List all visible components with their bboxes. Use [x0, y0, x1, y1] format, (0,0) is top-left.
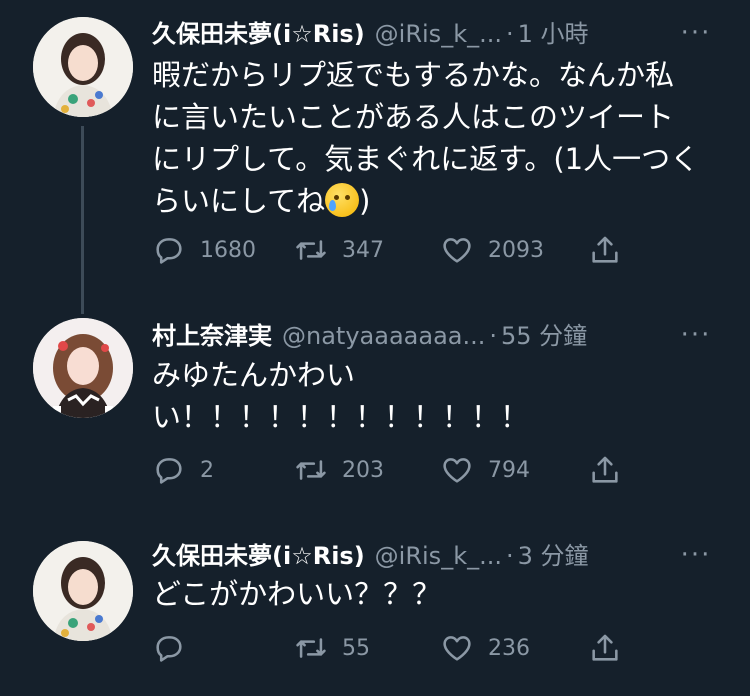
reply-count: 1680 — [200, 237, 256, 263]
author-handle[interactable]: @iRis_k_... — [375, 20, 502, 48]
tweet-text: みゆたんかわい い！！！！！！！！！！！！ — [152, 354, 722, 438]
separator-dot: · — [489, 322, 498, 350]
timestamp[interactable]: 1 小時 — [518, 14, 589, 48]
heart-icon — [443, 636, 471, 661]
like-count: 2093 — [488, 237, 544, 263]
retweet-icon — [296, 460, 326, 480]
share-button[interactable] — [588, 230, 622, 270]
tweet-text-line: い！！！！！！！！！！！！ — [152, 400, 530, 434]
tweet-header: 久保田未夢(i☆Ris) @iRis_k_... · 3 分鐘 — [152, 536, 640, 570]
like-button[interactable]: 2093 — [440, 230, 544, 270]
share-icon — [592, 634, 618, 661]
retweet-icon — [296, 638, 326, 658]
more-options-icon[interactable]: ··· — [678, 542, 714, 576]
reply-button[interactable]: 1680 — [152, 230, 256, 270]
tweet-1[interactable]: 久保田未夢(i☆Ris) @iRis_k_... · 1 小時 ··· 暇だから… — [0, 0, 750, 306]
avatar[interactable] — [33, 318, 133, 418]
reply-count: 2 — [200, 457, 214, 483]
thread-line — [81, 126, 84, 306]
author-name[interactable]: 村上奈津実 — [152, 316, 272, 350]
tweet-actions: 2 203 794 — [152, 450, 632, 490]
thread-line — [81, 300, 84, 314]
separator-dot: · — [505, 542, 514, 570]
avatar[interactable] — [33, 17, 133, 117]
tweet-text: 暇だからリプ返でもするかな。なんか私 に言いたいことがある人はこのツイート にリ… — [152, 54, 722, 222]
retweet-icon — [296, 240, 326, 260]
tweet-actions: 1680 347 2093 — [152, 230, 632, 270]
tweet-text-line: らいにしてね) — [152, 180, 722, 222]
author-name[interactable]: 久保田未夢(i☆Ris) — [152, 14, 365, 48]
tweet-text-line: にリプして。気まぐれに返す。(1人一つく — [152, 142, 700, 176]
like-button[interactable]: 236 — [440, 628, 530, 668]
retweet-button[interactable]: 203 — [294, 450, 384, 490]
author-handle[interactable]: @natyaaaaaaa... — [282, 322, 485, 350]
timestamp[interactable]: 3 分鐘 — [518, 536, 589, 570]
tweet-text-line: に言いたいことがある人はこのツイート — [152, 100, 675, 134]
tweet-text-line: どこがかわいい？？？ — [152, 577, 442, 611]
retweet-button[interactable]: 347 — [294, 230, 384, 270]
reply-icon — [156, 238, 182, 264]
author-handle[interactable]: @iRis_k_... — [375, 542, 502, 570]
tweet-text-fragment: らいにしてね — [152, 184, 326, 218]
tweet-text: どこがかわいい？？？ — [152, 573, 722, 615]
tweet-text-line: 暇だからリプ返でもするかな。なんか私 — [152, 58, 675, 92]
face-holding-back-tears-icon — [325, 183, 360, 217]
share-button[interactable] — [588, 450, 622, 490]
tweet-text-fragment: ) — [359, 184, 371, 218]
retweet-count: 347 — [342, 237, 384, 263]
reply-button[interactable]: 2 — [152, 450, 214, 490]
reply-button[interactable] — [152, 628, 200, 668]
avatar[interactable] — [33, 541, 133, 641]
tweet-text-line: みゆたんかわい — [152, 358, 356, 392]
separator-dot: · — [505, 20, 514, 48]
tweet-header: 村上奈津実 @natyaaaaaaa... · 55 分鐘 — [152, 316, 640, 350]
like-count: 794 — [488, 457, 530, 483]
tweet-2[interactable]: 村上奈津実 @natyaaaaaaa... · 55 分鐘 ··· みゆたんかわ… — [0, 300, 750, 520]
reply-icon — [156, 636, 182, 662]
like-button[interactable]: 794 — [440, 450, 530, 490]
tweet-3[interactable]: 久保田未夢(i☆Ris) @iRis_k_... · 3 分鐘 ··· どこがか… — [0, 520, 750, 696]
reply-icon — [156, 458, 182, 484]
like-count: 236 — [488, 635, 530, 661]
retweet-count: 55 — [342, 635, 370, 661]
share-icon — [592, 236, 618, 263]
timestamp[interactable]: 55 分鐘 — [501, 316, 587, 350]
author-name[interactable]: 久保田未夢(i☆Ris) — [152, 536, 365, 570]
tweet-header: 久保田未夢(i☆Ris) @iRis_k_... · 1 小時 — [152, 14, 640, 48]
share-icon — [592, 456, 618, 483]
heart-icon — [443, 238, 471, 263]
tweet-actions: 55 236 — [152, 628, 632, 668]
heart-icon — [443, 458, 471, 483]
retweet-button[interactable]: 55 — [294, 628, 370, 668]
share-button[interactable] — [588, 628, 622, 668]
more-options-icon[interactable]: ··· — [678, 322, 714, 356]
retweet-count: 203 — [342, 457, 384, 483]
more-options-icon[interactable]: ··· — [678, 20, 714, 54]
